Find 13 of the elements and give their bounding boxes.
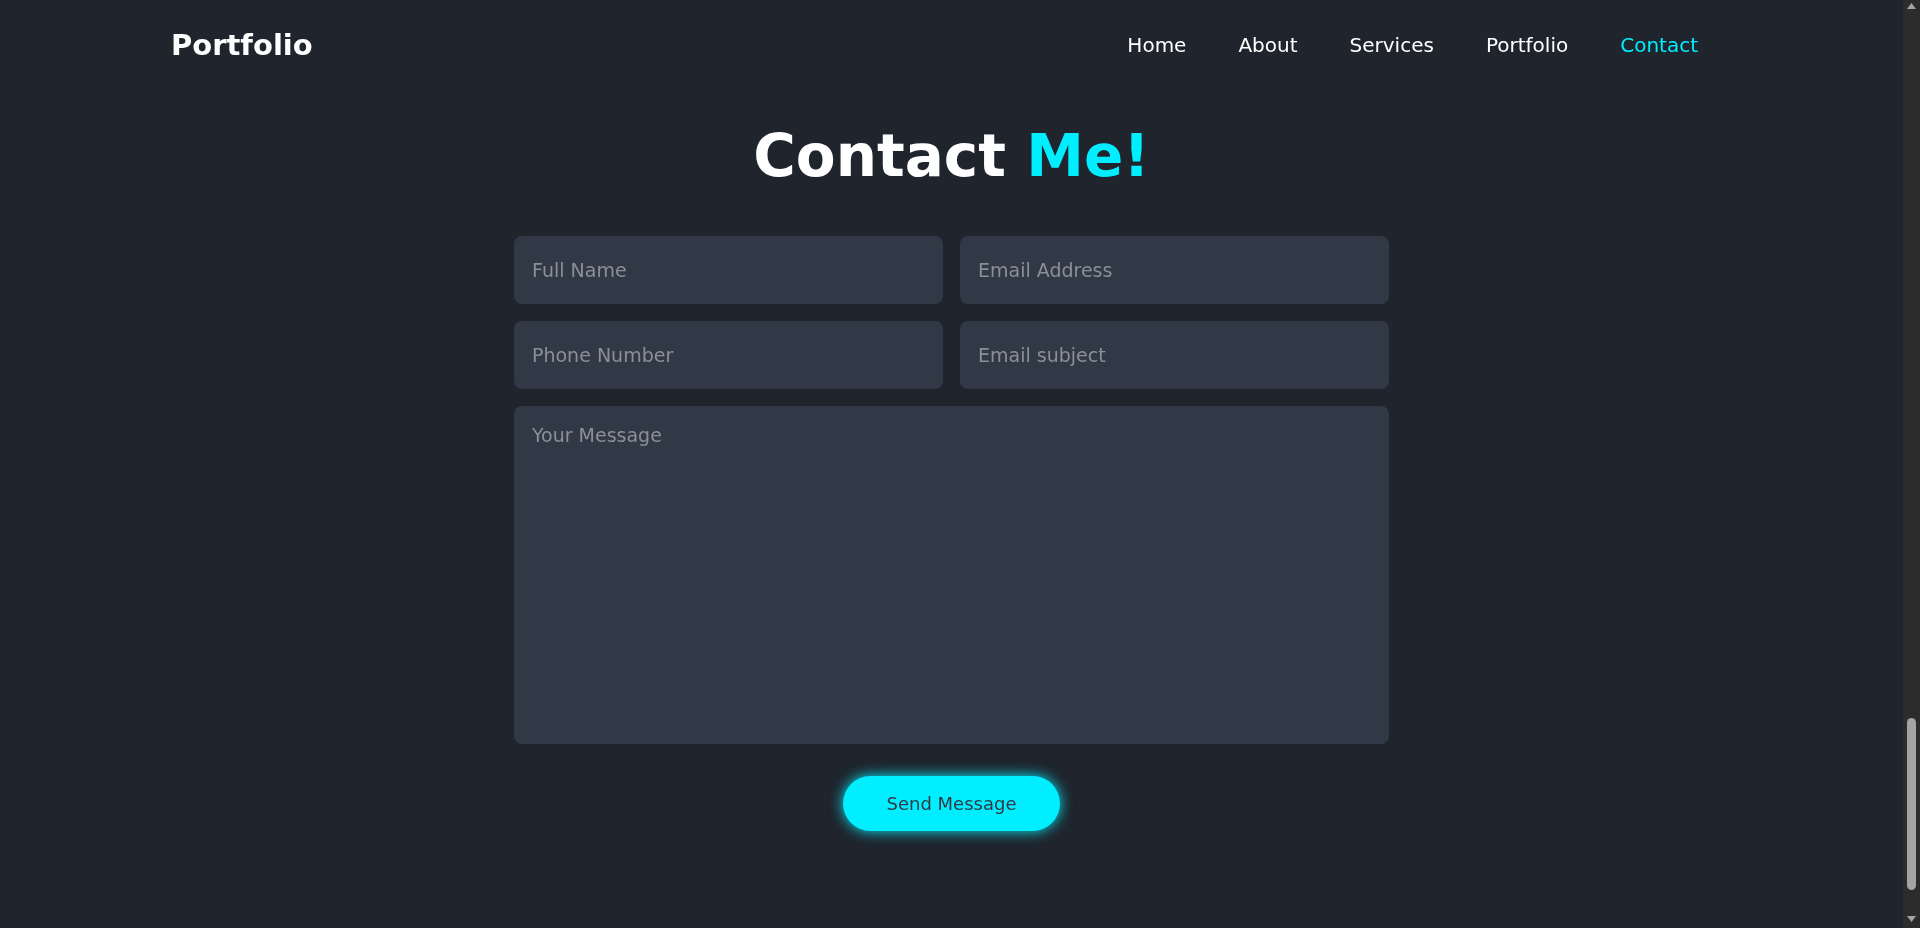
input-field[interactable]: Phone Number xyxy=(514,321,943,389)
message-field[interactable]: Your Message xyxy=(514,406,1389,744)
logo[interactable]: Portfolio xyxy=(171,28,313,62)
page-title: Contact Me! xyxy=(753,122,1150,190)
nav-link[interactable]: About xyxy=(1238,33,1298,57)
input-field[interactable]: Full Name xyxy=(514,236,943,304)
nav-link[interactable]: Contact xyxy=(1620,33,1698,57)
nav-link[interactable]: Home xyxy=(1127,33,1187,57)
input-field[interactable]: Email Address xyxy=(960,236,1389,304)
input-field[interactable]: Email subject xyxy=(960,321,1389,389)
nav-link[interactable]: Portfolio xyxy=(1485,33,1569,57)
nav-link[interactable]: Services xyxy=(1349,33,1434,57)
send-button[interactable]: Send Message xyxy=(843,776,1060,831)
